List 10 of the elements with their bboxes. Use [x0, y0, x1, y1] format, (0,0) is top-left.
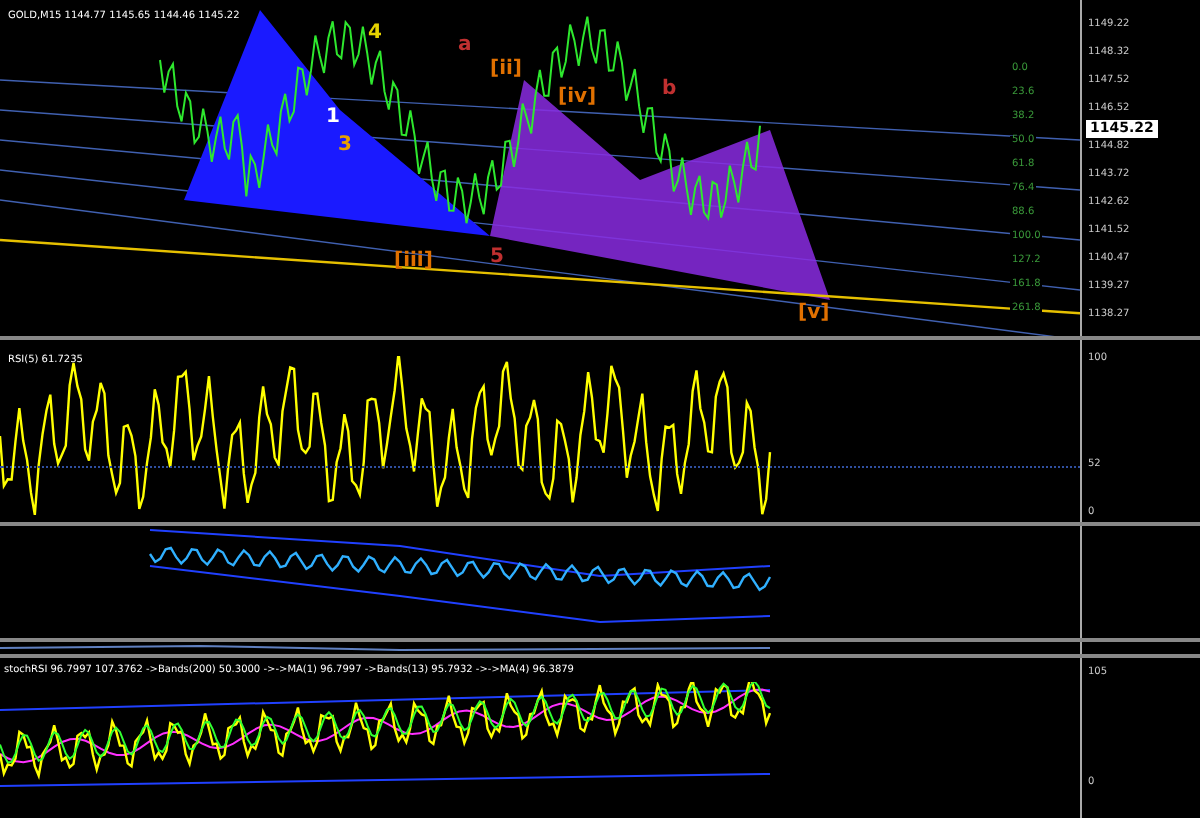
wave-label: [v]	[796, 304, 832, 324]
wave-label: 1	[324, 108, 342, 128]
wave-label: [iv]	[556, 88, 599, 108]
wave-label: b	[660, 80, 679, 100]
wave-label: 5	[488, 248, 506, 268]
wave-label: [iii]	[392, 252, 435, 272]
wave-label: 4	[366, 24, 384, 44]
wave-label: [ii]	[488, 60, 524, 80]
wave-label: 3	[336, 136, 354, 156]
wave-label: a	[456, 36, 474, 56]
